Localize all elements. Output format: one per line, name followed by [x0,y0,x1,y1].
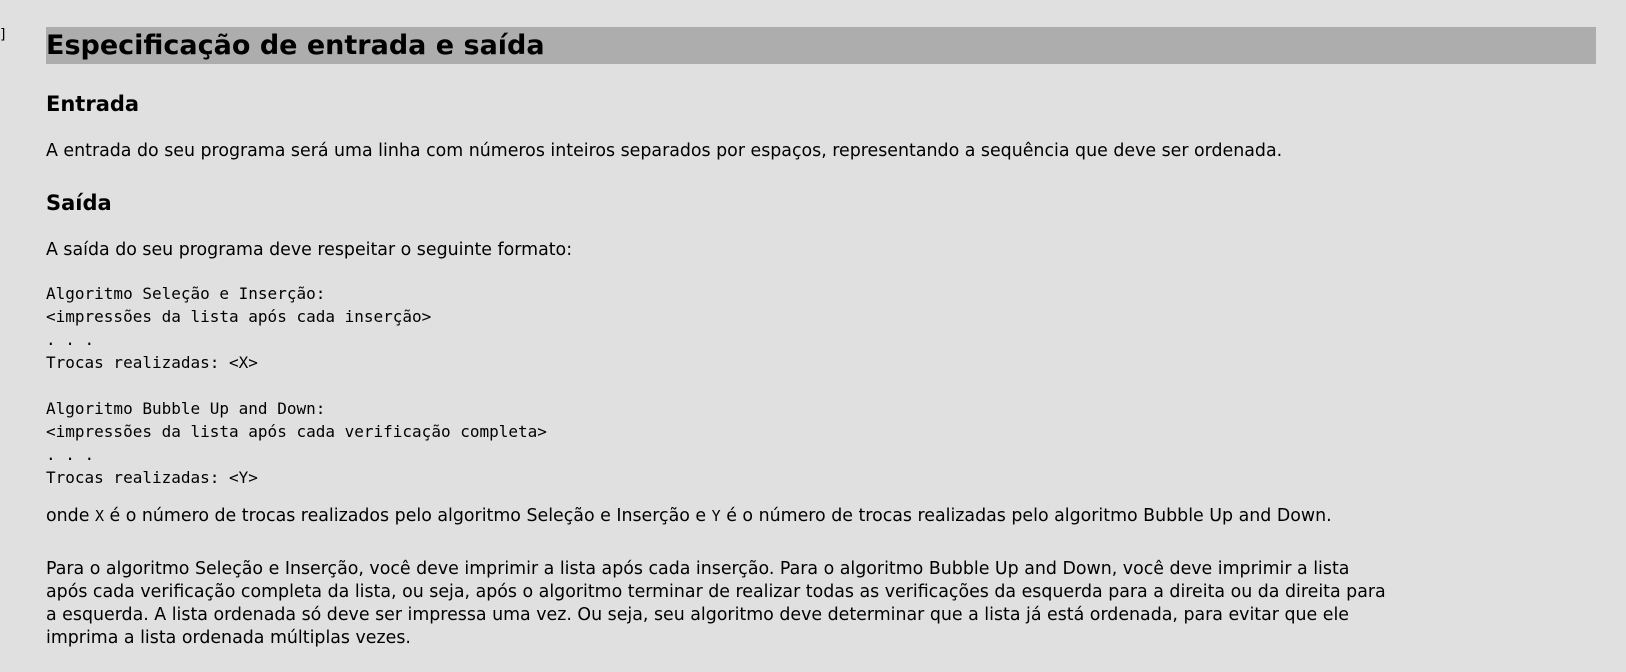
paragraph-line: após cada verificação completa da lista,… [46,582,1386,602]
output-heading: Saída [46,191,112,215]
title-bar: Especificação de entrada e saída [46,27,1596,64]
code-line: <impressões da lista após cada inserção> [46,307,432,326]
variables-text-part: é o número de trocas realizados pelo alg… [103,506,712,526]
variables-text-part: onde [46,506,95,526]
paragraph-line: imprima a lista ordenada múltiplas vezes… [46,628,411,648]
page-title: Especificação de entrada e saída [46,30,545,61]
inline-code-x: X [94,507,104,525]
output-format-code-block: Algoritmo Seleção e Inserção: <impressões… [46,282,547,489]
input-heading: Entrada [46,92,140,116]
paragraph-line: a esquerda. A lista ordenada só deve ser… [46,605,1349,625]
code-line: Trocas realizadas: <Y> [46,468,258,487]
document-content: Especificação de entrada e saída Entrada… [46,27,1596,648]
code-line: . . . [46,445,95,464]
input-description: A entrada do seu programa será uma linha… [46,141,1283,161]
code-line: Algoritmo Seleção e Inserção: [46,284,326,303]
output-intro: A saída do seu programa deve respeitar o… [46,240,573,260]
code-line: <impressões da lista após cada verificaç… [46,422,547,441]
code-line: . . . [46,330,95,349]
paragraph-line: Para o algoritmo Seleção e Inserção, voc… [46,559,1350,579]
code-line: Algoritmo Bubble Up and Down: [46,399,326,418]
variables-explanation: onde X é o número de trocas realizados p… [46,505,1332,528]
variables-text-part: é o número de trocas realizadas pelo alg… [720,506,1332,526]
printing-instructions: Para o algoritmo Seleção e Inserção, voc… [46,558,1596,650]
code-line: Trocas realizadas: <X> [46,353,258,372]
edge-bracket-mark: ] [0,27,6,43]
inline-code-y: Y [711,507,721,525]
